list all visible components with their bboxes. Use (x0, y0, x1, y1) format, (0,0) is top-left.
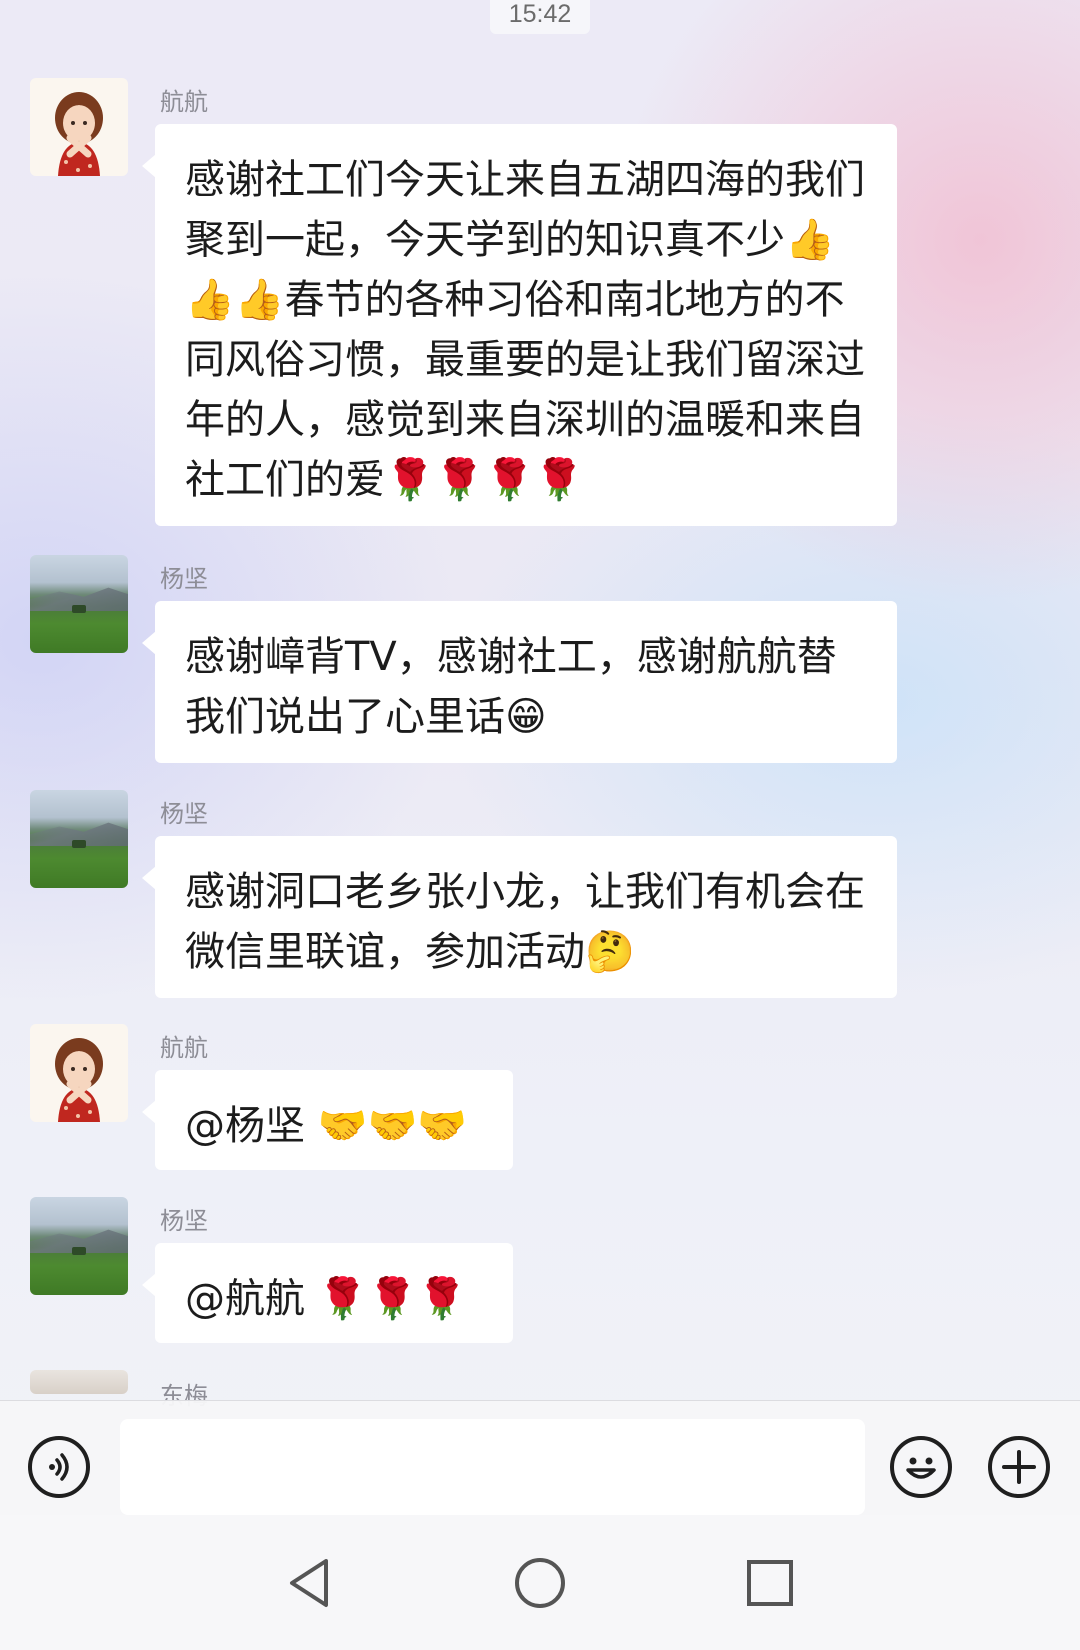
emoji-button[interactable] (890, 1436, 952, 1498)
avatar[interactable] (30, 1024, 128, 1122)
timestamp: 15:42 (490, 0, 590, 34)
avatar[interactable] (30, 790, 128, 888)
avatar[interactable] (30, 1370, 128, 1394)
add-button[interactable] (988, 1436, 1050, 1498)
message-bubble[interactable]: 感谢社工们今天让来自五湖四海的我们聚到一起，今天学到的知识真不少👍👍👍春节的各种… (142, 124, 897, 526)
home-circle-icon (515, 1558, 565, 1608)
back-triangle-icon (290, 1559, 328, 1607)
sender-name: 航航 (160, 1034, 208, 1062)
avatar[interactable] (30, 555, 128, 653)
sender-name: 杨坚 (160, 800, 208, 828)
recent-apps-button[interactable] (740, 1553, 800, 1613)
message-bubble[interactable]: @航航 🌹🌹🌹 (142, 1243, 513, 1343)
message-bubble[interactable]: 感谢洞口老乡张小龙，让我们有机会在微信里联谊，参加活动🤔 (142, 836, 897, 998)
avatar[interactable] (30, 78, 128, 176)
sender-name: 杨坚 (160, 1207, 208, 1235)
girl-avatar-icon (55, 92, 103, 176)
girl-avatar-icon (55, 1038, 103, 1122)
system-nav-bar (0, 1515, 1080, 1650)
avatar-trees (72, 840, 86, 848)
emoji-icon (906, 1457, 936, 1479)
sender-name: 航航 (160, 88, 208, 116)
home-button[interactable] (510, 1553, 570, 1613)
avatar-trees (72, 1247, 86, 1255)
message-bubble[interactable]: 感谢嶂背TV，感谢社工，感谢航航替我们说出了心里话😁 (142, 601, 897, 763)
sender-name: 杨坚 (160, 565, 208, 593)
message-input[interactable] (120, 1419, 865, 1515)
message-bubble[interactable]: @杨坚 🤝🤝🤝 (142, 1070, 513, 1170)
voice-icon (49, 1453, 69, 1481)
avatar[interactable] (30, 1197, 128, 1295)
voice-button[interactable] (28, 1436, 90, 1498)
input-bar (0, 1400, 1080, 1516)
avatar-trees (72, 605, 86, 613)
recent-square-icon (747, 1560, 793, 1606)
plus-icon (1002, 1450, 1036, 1484)
back-button[interactable] (280, 1553, 340, 1613)
